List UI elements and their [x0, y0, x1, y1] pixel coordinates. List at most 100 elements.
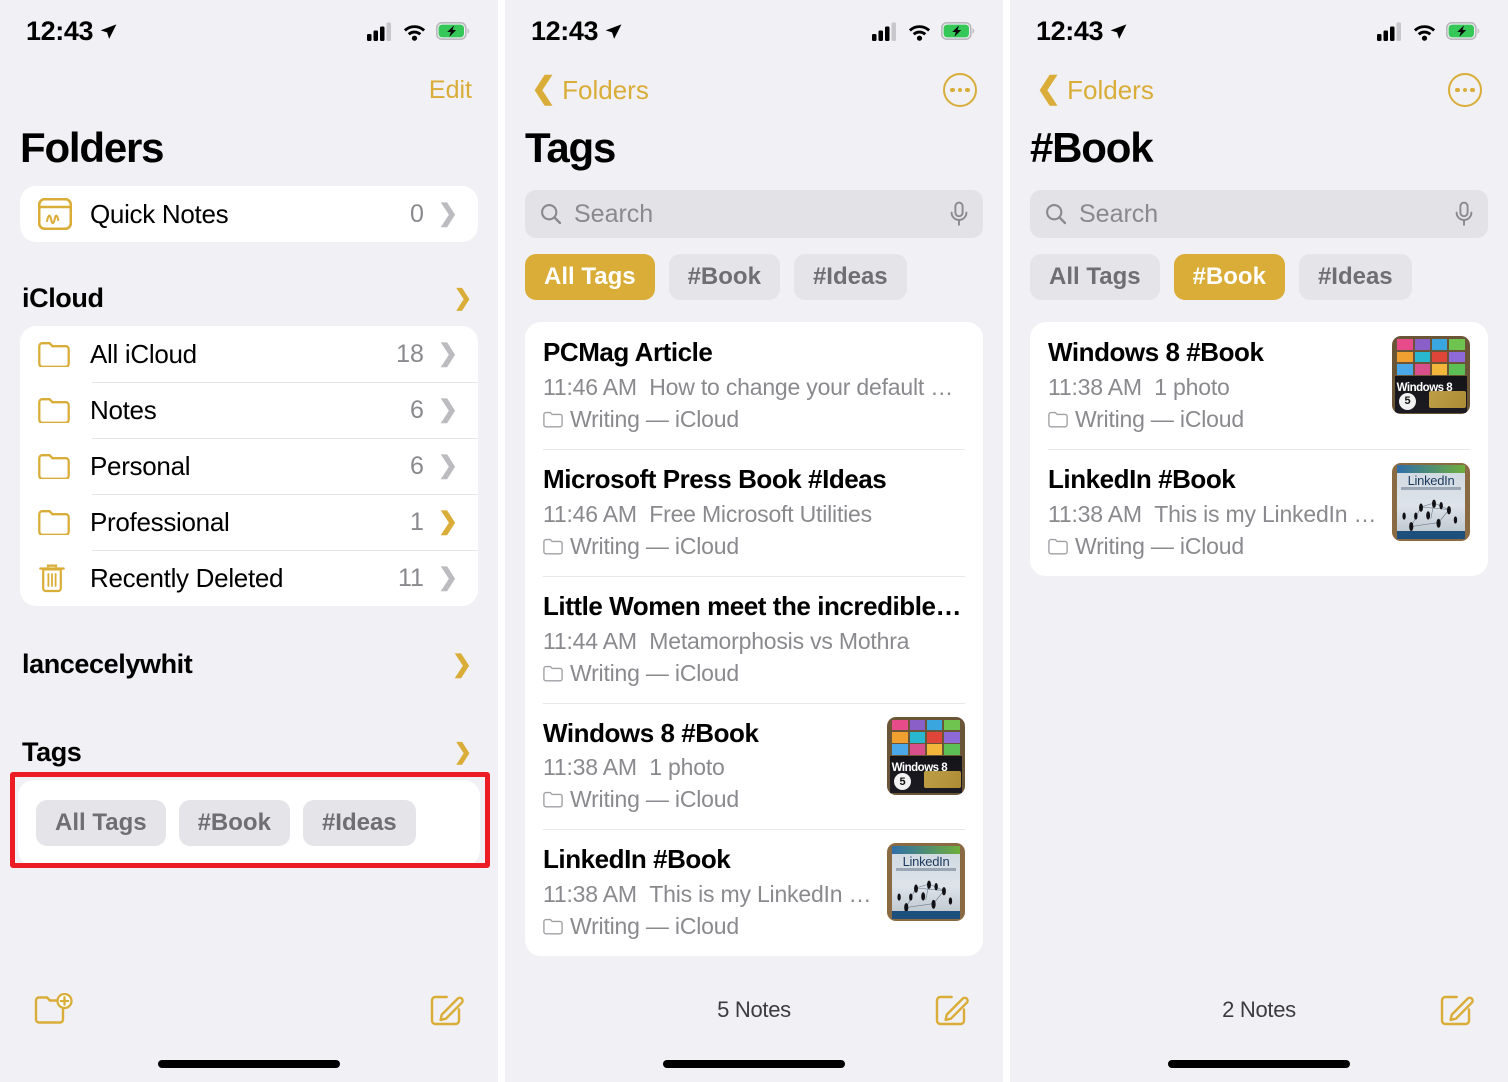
folder-count: 1	[409, 507, 424, 536]
note-preview: This is my LinkedIn book	[649, 881, 873, 908]
note-folder: Writing — iCloud	[1048, 533, 1378, 560]
new-folder-icon[interactable]	[34, 993, 76, 1027]
note-row[interactable]: Windows 8 #Book 11:38 AM 1 photo Writing…	[1030, 322, 1488, 449]
highlight-box-tag-chips	[10, 772, 490, 869]
tag-chip-ideas[interactable]: #Ideas	[793, 254, 907, 301]
icloud-folder-list: All iCloud 18 ❯ Notes 6 ❯ Personal 6 ❯ P…	[20, 326, 478, 607]
note-meta: 11:38 AM This is my LinkedIn book	[543, 881, 873, 908]
note-time: 11:44 AM	[543, 627, 637, 654]
folder-icon	[543, 538, 563, 555]
panel-folders: 12:43 Edit Folders Quick Notes 0 ❯ iClou…	[0, 0, 498, 1082]
footer-toolbar-tags: 5 Notes	[505, 980, 1003, 1082]
note-title: LinkedIn #Book	[1048, 464, 1236, 495]
icloud-section-header[interactable]: iCloud ❯	[0, 270, 498, 326]
status-time: 12:43	[1036, 15, 1104, 46]
note-preview: This is my LinkedIn book	[1154, 500, 1378, 527]
note-title: PCMag Article	[543, 337, 713, 368]
note-row[interactable]: Little Women meet the incredible shri… 1…	[525, 575, 983, 703]
more-options-icon[interactable]	[943, 73, 977, 107]
tag-filter-chips-tags: All Tags #Book #Ideas	[505, 238, 1003, 301]
search-input[interactable]: Search	[1030, 190, 1488, 239]
quick-notes-count: 0	[409, 199, 424, 228]
home-indicator	[158, 1060, 340, 1068]
nav-bar-tags: ❮ Folders	[505, 62, 1003, 118]
tag-chip-ideas[interactable]: #Ideas	[1298, 254, 1412, 301]
tag-chip-all-tags[interactable]: All Tags	[1030, 254, 1160, 301]
folder-row-professional[interactable]: Professional 1 ❯	[20, 494, 478, 550]
status-bar: 12:43	[0, 0, 498, 62]
tag-chip-book[interactable]: #Book	[1173, 254, 1285, 301]
note-meta: 11:46 AM How to change your default emai…	[543, 374, 965, 401]
footer-toolbar-book: 2 Notes	[1010, 980, 1508, 1082]
account-label: lancecelywhit	[22, 648, 193, 679]
back-button-folders[interactable]: ❮ Folders	[1036, 72, 1154, 106]
folder-icon	[38, 509, 78, 536]
folder-icon	[38, 453, 78, 480]
page-title-folders: Folders	[20, 124, 164, 171]
back-button-folders[interactable]: ❮ Folders	[531, 74, 649, 106]
nav-bar-book: ❮ Folders	[1010, 62, 1508, 118]
note-meta: 11:38 AM This is my LinkedIn book	[1048, 501, 1378, 528]
note-folder-label: Writing — iCloud	[570, 786, 739, 813]
icloud-section-label: iCloud	[22, 282, 104, 313]
note-title: Windows 8 #Book	[1048, 337, 1264, 368]
tag-chip-book[interactable]: #Book	[668, 254, 780, 301]
compose-note-icon[interactable]	[428, 992, 464, 1028]
folder-row-notes[interactable]: Notes 6 ❯	[20, 382, 478, 438]
chevron-right-icon[interactable]: ❯	[452, 650, 472, 679]
folder-label: Professional	[90, 506, 230, 537]
battery-charging-icon	[436, 22, 470, 40]
search-placeholder: Search	[1079, 199, 1159, 228]
folder-count: 6	[409, 451, 424, 480]
note-row[interactable]: Microsoft Press Book #Ideas 11:46 AM Fre…	[525, 449, 983, 576]
chevron-right-icon: ❯	[437, 340, 458, 368]
chevron-right-icon: ❯	[437, 452, 458, 480]
note-folder-label: Writing — iCloud	[570, 913, 739, 940]
chevron-left-icon: ❮	[1036, 72, 1062, 105]
location-arrow-icon	[1110, 23, 1127, 39]
note-title: Microsoft Press Book #Ideas	[543, 464, 887, 495]
cellular-signal-icon	[872, 22, 896, 41]
cellular-signal-icon	[367, 22, 391, 41]
home-indicator	[1168, 1060, 1350, 1068]
note-time: 11:38 AM	[543, 754, 637, 781]
more-options-icon[interactable]	[1448, 73, 1482, 107]
folder-row-all-icloud[interactable]: All iCloud 18 ❯	[20, 326, 478, 382]
home-indicator	[663, 1060, 845, 1068]
note-row[interactable]: PCMag Article 11:46 AM How to change you…	[525, 322, 983, 449]
microphone-icon[interactable]	[949, 201, 969, 227]
note-row[interactable]: Windows 8 #Book 11:38 AM 1 photo Writing…	[525, 702, 983, 830]
note-folder: Writing — iCloud	[543, 913, 873, 940]
chevron-down-icon[interactable]: ❯	[454, 285, 472, 311]
quick-notes-row[interactable]: Quick Notes 0 ❯	[20, 186, 478, 242]
status-time: 12:43	[531, 15, 599, 46]
compose-note-icon[interactable]	[933, 992, 969, 1028]
chevron-right-icon: ❯	[437, 508, 458, 536]
location-arrow-icon	[100, 23, 117, 39]
chevron-right-icon: ❯	[437, 200, 458, 228]
three-panel-screenshot: 12:43 Edit Folders Quick Notes 0 ❯ iClou…	[0, 0, 1508, 1082]
tag-chip-all-tags[interactable]: All Tags	[525, 254, 655, 301]
folder-label: Recently Deleted	[90, 562, 284, 593]
note-row[interactable]: LinkedIn #Book 11:38 AM This is my Linke…	[1030, 449, 1488, 576]
microphone-icon[interactable]	[1454, 201, 1474, 227]
folder-icon	[543, 919, 563, 935]
note-row[interactable]: LinkedIn #Book 11:38 AM This is my Linke…	[525, 829, 983, 956]
compose-note-icon[interactable]	[1438, 992, 1474, 1028]
tags-section-label: Tags	[22, 736, 82, 767]
folder-icon	[543, 792, 563, 808]
folder-row-personal[interactable]: Personal 6 ❯	[20, 438, 478, 494]
note-time: 11:38 AM	[543, 881, 637, 908]
folder-row-recently-deleted[interactable]: Recently Deleted 11 ❯	[20, 550, 478, 606]
back-label: Folders	[1067, 74, 1154, 105]
note-time: 11:38 AM	[1048, 374, 1142, 401]
note-preview: 1 photo	[649, 754, 725, 781]
wifi-icon	[1413, 24, 1436, 41]
edit-button[interactable]: Edit	[429, 76, 472, 105]
wifi-icon	[403, 24, 426, 41]
account-section-row[interactable]: lancecelywhit ❯	[0, 636, 498, 692]
chevron-down-icon[interactable]: ❯	[454, 739, 472, 765]
folder-label: Personal	[90, 450, 191, 481]
search-input[interactable]: Search	[525, 190, 983, 239]
folder-icon	[1048, 412, 1068, 428]
